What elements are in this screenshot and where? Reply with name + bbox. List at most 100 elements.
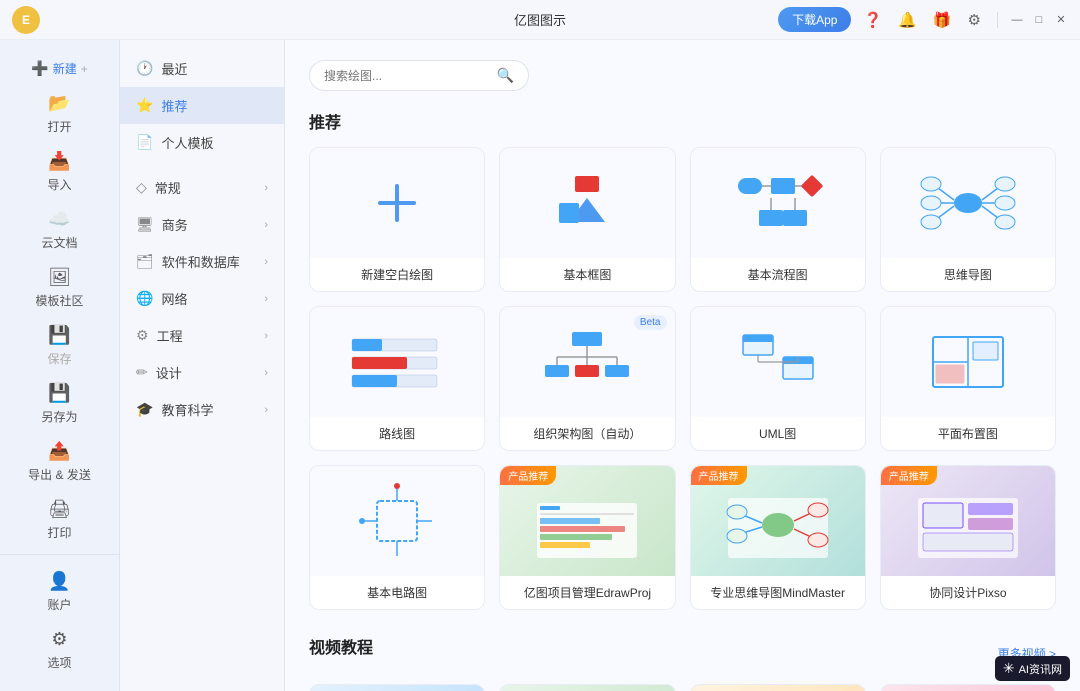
template-card-img-circuit [310, 466, 484, 576]
promo-badge-pixso: 产品推荐 [881, 466, 937, 485]
template-card-uml[interactable]: UML图 [690, 306, 866, 451]
sidebar-item-cloud[interactable]: ☁️ 云文档 [0, 201, 119, 259]
template-card-img-route [310, 307, 484, 417]
template-card-img-floor-plan [881, 307, 1055, 417]
template-card-label-org-auto: 组织架构图（自动） [500, 417, 674, 450]
search-bar[interactable]: 🔍 [309, 60, 529, 91]
close-button[interactable]: ✕ [1054, 13, 1068, 27]
template-card-floor-plan[interactable]: 平面布置图 [880, 306, 1056, 451]
video-grid [309, 684, 1056, 691]
clock-icon: 🕐 [136, 60, 153, 77]
nav-item-business[interactable]: 🖥 商务 › [120, 206, 284, 243]
nav-item-engineering[interactable]: ⚙ 工程 › [120, 317, 284, 354]
left-sidebar: ➕ 新建 + 📂 打开 📥 导入 ☁️ 云文档 🖼 模板社区 💾 保存 💾 另存 [0, 40, 120, 691]
main-layout: ➕ 新建 + 📂 打开 📥 导入 ☁️ 云文档 🖼 模板社区 💾 保存 💾 另存 [0, 40, 1080, 691]
nav-item-design[interactable]: ✏ 设计 › [120, 354, 284, 391]
promo-badge-edrawproj: 产品推荐 [500, 466, 556, 485]
nav-item-network[interactable]: 🌐 网络 › [120, 280, 284, 317]
watermark: ✳ AI资讯网 [995, 656, 1070, 681]
video-card-2[interactable] [499, 684, 675, 691]
chevron-right-icon: › [264, 256, 268, 268]
sidebar-item-options[interactable]: ⚙ 选项 [0, 621, 119, 679]
save-icon: 💾 [48, 325, 70, 346]
template-card-org-auto[interactable]: Beta 组织架构图（自动） [499, 306, 675, 451]
template-card-basic-frame[interactable]: 基本框图 [499, 147, 675, 292]
template-card-label-pixso: 协同设计Pixso [881, 576, 1055, 609]
template-card-img-basic-frame [500, 148, 674, 258]
sidebar-item-new[interactable]: ➕ 新建 + [0, 52, 119, 85]
maximize-button[interactable]: □ [1032, 13, 1046, 27]
cloud-icon: ☁️ [48, 209, 70, 230]
sidebar-item-template[interactable]: 🖼 模板社区 [0, 259, 119, 317]
nav-item-software[interactable]: 🗂 软件和数据库 › [120, 243, 284, 280]
nav-item-general[interactable]: ◇ 常规 › [120, 169, 284, 206]
nav-item-recommend[interactable]: ⭐ 推荐 [120, 87, 284, 124]
chevron-right-icon: › [264, 219, 268, 231]
gift-button[interactable]: 🎁 [929, 9, 956, 31]
sidebar-item-export[interactable]: 📤 导出 & 发送 [0, 433, 119, 491]
template-grid: 新建空白绘图 基本框图 [309, 147, 1056, 610]
design-icon: ✏ [136, 364, 148, 381]
template-card-label-circuit: 基本电路图 [310, 576, 484, 609]
minimize-button[interactable]: — [1010, 13, 1024, 27]
chevron-right-icon: › [264, 404, 268, 416]
template-card-edrawproj[interactable]: 产品推荐 亿图项目管理EdrawProj [499, 465, 675, 610]
template-card-img-mindmaster: 产品推荐 [691, 466, 865, 576]
template-card-basic-flow[interactable]: 基本流程图 [690, 147, 866, 292]
download-app-button[interactable]: 下载App [778, 7, 851, 32]
sidebar-item-import[interactable]: 📥 导入 [0, 143, 119, 201]
search-icon: 🔍 [497, 67, 514, 84]
template-card-label-basic-frame: 基本框图 [500, 258, 674, 291]
software-icon: 🗂 [136, 253, 154, 270]
template-card-img-basic-flow [691, 148, 865, 258]
template-card-pixso[interactable]: 产品推荐 协同设计Pixso [880, 465, 1056, 610]
sidebar-item-print[interactable]: 🖨 打印 [0, 491, 119, 549]
account-icon: 👤 [48, 571, 70, 592]
gear-icon[interactable]: ⚙ [964, 9, 985, 31]
title-actions: 下载App ❓ 🔔 🎁 ⚙ — □ ✕ [778, 7, 1068, 32]
template-card-mindmaster[interactable]: 产品推荐 专业思维导图MindMaster [690, 465, 866, 610]
avatar: E [12, 6, 40, 34]
template-card-circuit[interactable]: 基本电路图 [309, 465, 485, 610]
template-card-label-edrawproj: 亿图项目管理EdrawProj [500, 576, 674, 609]
template-card-mindmap[interactable]: 思维导图 [880, 147, 1056, 292]
template-card-img-org-auto: Beta [500, 307, 674, 417]
sidebar-item-open[interactable]: 📂 打开 [0, 85, 119, 143]
video-card-4[interactable] [880, 684, 1056, 691]
nav-item-recent[interactable]: 🕐 最近 [120, 50, 284, 87]
sidebar-item-account[interactable]: 👤 账户 [0, 563, 119, 621]
recommend-section-title: 推荐 [309, 109, 1056, 133]
template-card-new-blank[interactable]: 新建空白绘图 [309, 147, 485, 292]
template-card-img-pixso: 产品推荐 [881, 466, 1055, 576]
add-icon: + [81, 62, 88, 76]
template-card-label-basic-flow: 基本流程图 [691, 258, 865, 291]
sidebar-bottom: 👤 账户 ⚙ 选项 [0, 554, 119, 679]
help-button[interactable]: ❓ [859, 9, 886, 31]
general-icon: ◇ [136, 179, 147, 196]
import-icon: 📥 [48, 151, 70, 172]
chevron-right-icon: › [264, 293, 268, 305]
template-icon: 🖼 [48, 267, 71, 288]
nav-item-education[interactable]: 🎓 教育科学 › [120, 391, 284, 428]
template-card-img-mindmap [881, 148, 1055, 258]
print-icon: 🖨 [48, 499, 71, 520]
export-icon: 📤 [48, 441, 70, 462]
sidebar-item-save[interactable]: 💾 保存 [0, 317, 119, 375]
template-card-route[interactable]: 路线图 [309, 306, 485, 451]
search-input[interactable] [324, 69, 489, 83]
sidebar-item-saveas[interactable]: 💾 另存为 [0, 375, 119, 433]
content-area: 🔍 推荐 新建空白绘图 [285, 40, 1080, 691]
promo-badge-mindmaster: 产品推荐 [691, 466, 747, 485]
template-card-label-floor-plan: 平面布置图 [881, 417, 1055, 450]
nav-item-personal[interactable]: 📄 个人模板 [120, 124, 284, 161]
video-card-1[interactable] [309, 684, 485, 691]
new-icon: ➕ [31, 60, 48, 77]
star-icon: ⭐ [136, 97, 153, 114]
saveas-icon: 💾 [48, 383, 70, 404]
engineering-icon: ⚙ [136, 327, 149, 344]
notification-button[interactable]: 🔔 [894, 9, 921, 31]
middle-nav: 🕐 最近 ⭐ 推荐 📄 个人模板 ◇ 常规 › 🖥 商务 › 🗂 软件和数据库 … [120, 40, 285, 691]
video-card-3[interactable] [690, 684, 866, 691]
video-section-title: 视频教程 [309, 634, 373, 658]
open-icon: 📂 [48, 93, 70, 114]
